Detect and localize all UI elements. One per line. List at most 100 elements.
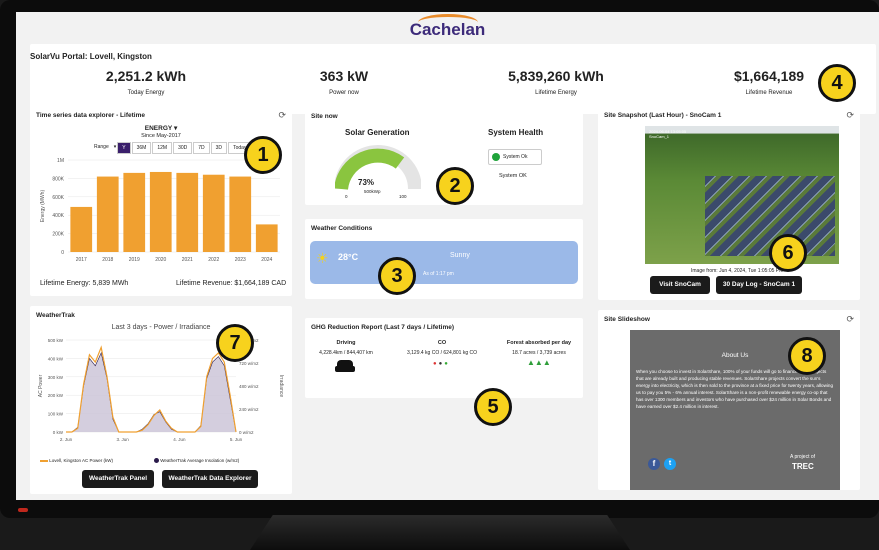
callout-badge-1: 1: [244, 136, 282, 174]
project-of-label: A project of: [790, 454, 816, 460]
x-tick-label: 2021: [182, 257, 193, 263]
callout-badge-2: 2: [436, 167, 474, 205]
stat-power-now: 363 kW Power now: [319, 68, 369, 96]
status-dot-icon: [492, 152, 500, 161]
ghg-title: GHG Reduction Report (Last 7 days / Life…: [311, 324, 455, 331]
weathertrak-chart-title: Last 3 days - Power / Irradiance: [111, 324, 211, 331]
gauge-unit: 500kWp: [364, 189, 381, 194]
snapshot-card: Site Snapshot (Last Hour) - SnoCam 1 ⟳ 2…: [598, 106, 860, 300]
solar-gauge: [335, 145, 421, 191]
y-left-axis-label: AC Power: [38, 374, 44, 397]
bar-2021: [176, 172, 199, 252]
timeseries-title: Time series data explorer - Lifetime: [36, 112, 145, 119]
callout-badge-4: 4: [818, 64, 856, 102]
forest-label: Forest absorbed per day: [506, 340, 572, 346]
co-dots-icon: ●●●: [433, 361, 450, 367]
co-label: CO: [437, 340, 447, 346]
driving-value: 4,228.4km / 844,407 km: [319, 350, 373, 356]
x-tick-label: 5. Jun: [230, 437, 243, 442]
weather-asof: As of 1:17 pm: [423, 271, 454, 277]
callout-badge-8: 8: [788, 337, 826, 375]
weathertrak-card: WeatherTrak Last 3 days - Power / Irradi…: [30, 306, 292, 494]
portal-title: SolarVu Portal: Lovell, Kingston: [30, 52, 152, 61]
bar-2020: [149, 171, 172, 252]
range-btn-12m[interactable]: 12M: [152, 142, 173, 154]
weathertrak-title: WeatherTrak: [36, 312, 75, 319]
y-right-tick-label: 480 w/m2: [239, 384, 259, 389]
weather-panel: ☀ 28°C Sunny As of 1:17 pm: [310, 241, 578, 284]
slideshow-card: Site Slideshow ⟳ About Us When you choos…: [598, 310, 860, 490]
twitter-icon[interactable]: t: [664, 458, 676, 470]
system-health-heading: System Health: [488, 128, 544, 137]
stat-today-energy: 2,251.2 kWh Today Energy: [105, 68, 187, 96]
weather-card: Weather Conditions ☀ 28°C Sunny As of 1:…: [305, 219, 583, 299]
gauge-min: 0: [345, 194, 348, 199]
y-left-tick-label: 500 kW: [48, 338, 64, 343]
y-left-tick-label: 200 kW: [48, 393, 64, 398]
weather-title: Weather Conditions: [311, 225, 373, 232]
trees-icon: ▲▲▲: [527, 358, 551, 367]
y-tick-label: 800K: [52, 176, 64, 182]
snocam-log-button[interactable]: 30 Day Log - SnoCam 1: [716, 276, 802, 294]
range-btn-36m[interactable]: 36M: [131, 142, 152, 154]
x-tick-label: 2019: [129, 257, 140, 263]
system-ok-text: System OK: [499, 173, 527, 179]
bar-2017: [70, 206, 93, 252]
x-tick-label: 2022: [208, 257, 219, 263]
bar-2018: [96, 176, 119, 252]
bar-2022: [202, 174, 225, 252]
range-btn-y[interactable]: Y: [117, 142, 131, 154]
refresh-icon[interactable]: ⟳: [278, 110, 286, 121]
callout-badge-3: 3: [378, 257, 416, 295]
y-left-tick-label: 300 kW: [48, 375, 64, 380]
facebook-icon[interactable]: f: [648, 458, 660, 470]
refresh-icon[interactable]: ⟳: [846, 314, 854, 325]
gauge-percent: 73%: [358, 178, 375, 187]
y-right-axis-label: Irradiance: [278, 375, 284, 397]
range-btn-3d[interactable]: 3D: [210, 142, 228, 154]
snapshot-title: Site Snapshot (Last Hour) - SnoCam 1: [604, 112, 722, 119]
legend-insolation: WeatherTrak Average Insolation (w/m2): [154, 458, 239, 464]
car-icon: [335, 358, 355, 372]
x-tick-label: 2018: [102, 257, 113, 263]
y-left-tick-label: 100 kW: [48, 412, 64, 417]
y-right-tick-label: 0 w/m2: [239, 430, 254, 435]
y-right-tick-label: 720 w/m2: [239, 361, 259, 366]
x-tick-label: 2017: [76, 257, 87, 263]
callout-badge-7: 7: [216, 324, 254, 362]
ghg-card: GHG Reduction Report (Last 7 days / Life…: [305, 318, 583, 398]
lifetime-revenue-text: Lifetime Revenue: $1,664,189 CAD: [176, 280, 287, 287]
metric-select[interactable]: ENERGY ▾: [30, 124, 292, 132]
weathertrak-explorer-button[interactable]: WeatherTrak Data Explorer: [162, 470, 258, 488]
callout-badge-6: 6: [769, 234, 807, 272]
x-tick-label: 2023: [235, 257, 246, 263]
lifetime-energy-text: Lifetime Energy: 5,839 MWh: [40, 280, 129, 287]
range-btn-7d[interactable]: 7D: [193, 142, 210, 154]
snocam-image: 2024-06-04 13:05:05 SnoCam_1: [645, 126, 839, 264]
y-left-tick-label: 400 kW: [48, 356, 64, 361]
y-tick-label: 600K: [52, 195, 64, 201]
callout-badge-5: 5: [474, 388, 512, 426]
visit-snocam-button[interactable]: Visit SnoCam: [650, 276, 710, 294]
y-axis-label: Energy (MWh): [40, 190, 46, 223]
y-tick-label: 400K: [52, 213, 64, 219]
timeseries-card: Time series data explorer - Lifetime ⟳ E…: [30, 106, 292, 296]
range-label: Range: [94, 144, 109, 150]
y-left-tick-label: 0 kW: [53, 430, 64, 435]
image-timestamp: 2024-06-04 13:05:05 SnoCam_1: [649, 129, 687, 139]
bar-2023: [229, 176, 252, 252]
y-tick-label: 200K: [52, 232, 64, 238]
power-led: [18, 508, 28, 512]
weathertrak-panel-button[interactable]: WeatherTrak Panel: [82, 470, 154, 488]
stat-lifetime-energy: 5,839,260 kWh Lifetime Energy: [508, 68, 604, 96]
driving-label: Driving: [336, 340, 356, 346]
y-right-tick-label: 240 w/m2: [239, 407, 259, 412]
x-tick-label: 2024: [261, 257, 272, 263]
range-btn-30d[interactable]: 30D: [173, 142, 193, 154]
x-tick-label: 2020: [155, 257, 166, 263]
brand-logo: Cachelan: [16, 14, 879, 40]
refresh-icon[interactable]: ⟳: [846, 110, 854, 121]
y-tick-label: 0: [61, 250, 64, 256]
range-selector: Range ▾ Y 36M 12M 30D 7D 3D Today: [90, 142, 252, 154]
image-caption: Image from: Jun 4, 2024, Tue 1:05:05 PM: [691, 268, 784, 274]
